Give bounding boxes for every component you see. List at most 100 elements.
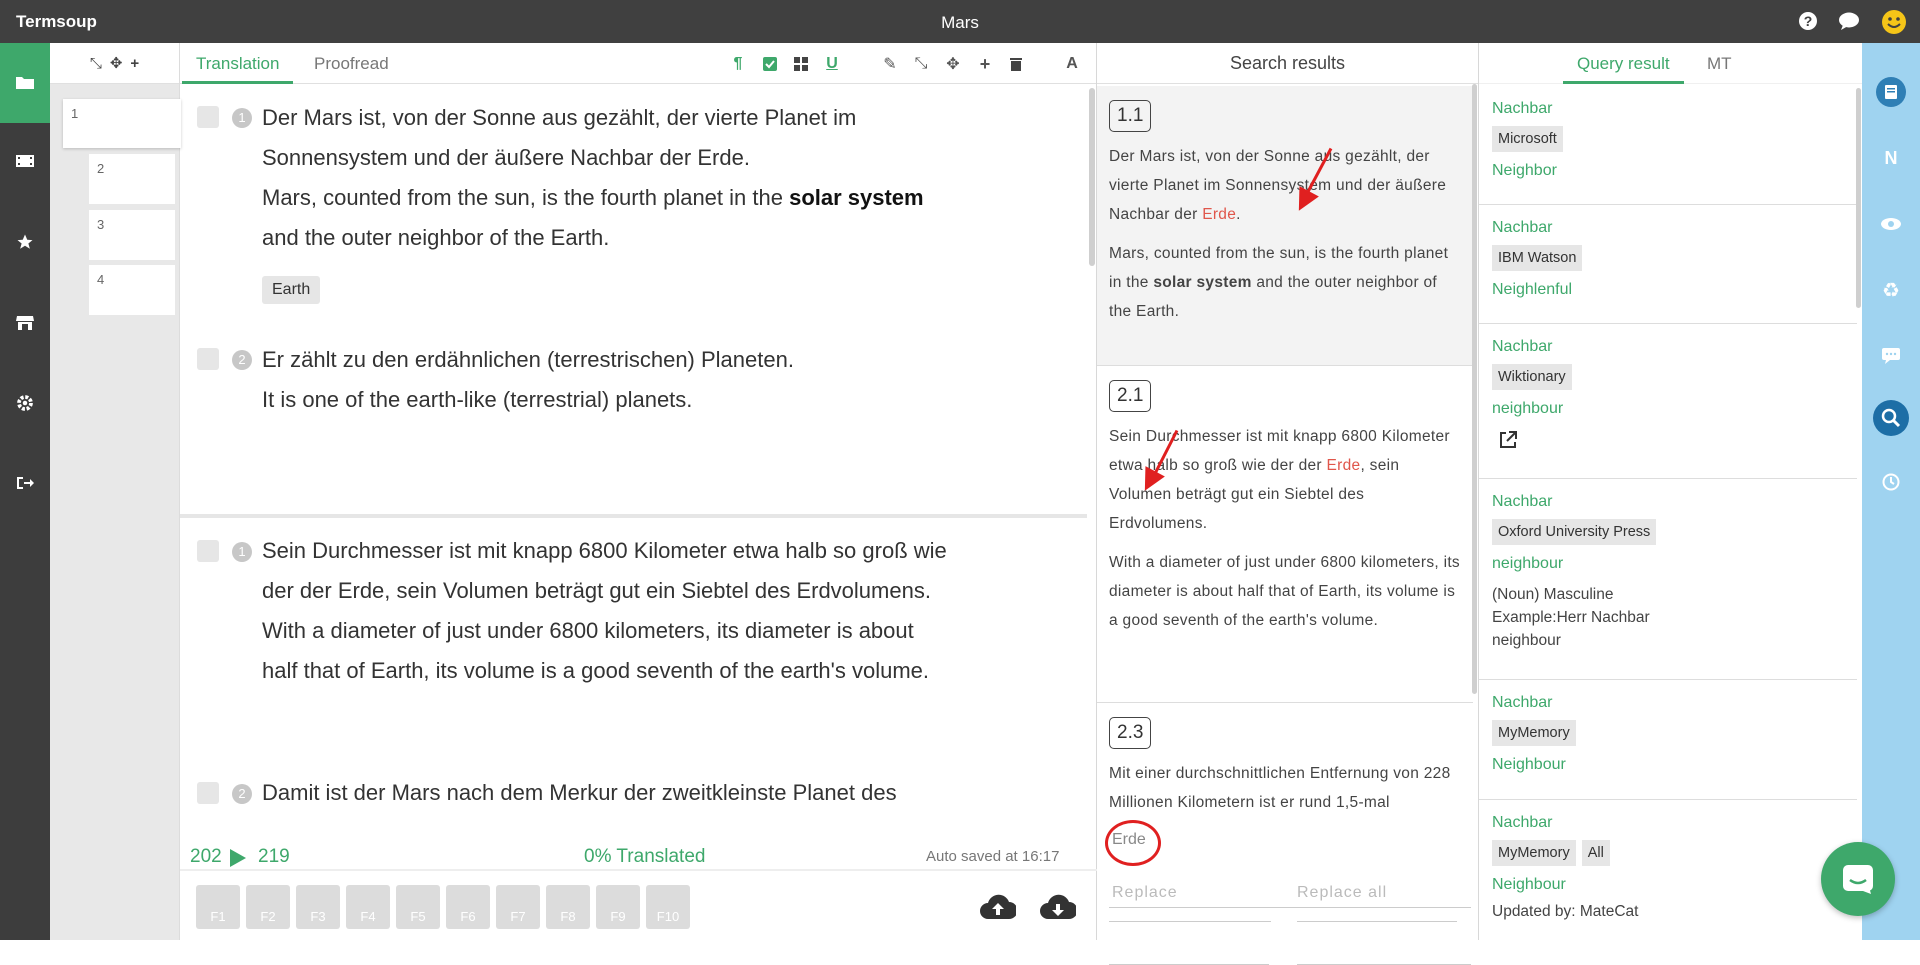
segment-box-3[interactable]: 3	[89, 210, 175, 260]
target-line: and the outer neighbor of the Earth.	[262, 225, 610, 250]
document-title: Mars	[941, 13, 979, 32]
recycle-icon[interactable]: ♻	[1876, 275, 1906, 305]
segment-checkbox[interactable]	[197, 348, 219, 370]
function-key-f8[interactable]: F8	[546, 885, 590, 929]
pilcrow-icon[interactable]: ¶	[728, 54, 748, 74]
replace-input[interactable]: Replace	[1112, 884, 1178, 902]
pencil-icon[interactable]: ✎	[880, 54, 900, 74]
source-text[interactable]: Der Mars ist, von der Sonne aus gezählt,…	[262, 98, 924, 258]
query-entry[interactable]: Nachbar MyMemory Neighbour	[1479, 680, 1857, 800]
replace-underline	[1109, 921, 1271, 922]
query-target-term[interactable]: Neighbour	[1492, 756, 1844, 774]
query-target-term[interactable]: Neighlenful	[1492, 281, 1844, 299]
result-text: Der Mars ist, von der Sonne aus gezählt,…	[1109, 148, 1447, 223]
move-icon[interactable]: ✥	[943, 54, 963, 74]
provider-badge: MyMemory	[1492, 840, 1576, 866]
compress-icon[interactable]: ⤡	[90, 55, 102, 72]
n-icon[interactable]: N	[1876, 143, 1906, 173]
function-key-f9[interactable]: F9	[596, 885, 640, 929]
search-result-card[interactable]: 2.3 Mit einer durchschnittlichen Entfern…	[1097, 703, 1473, 823]
function-key-f1[interactable]: F1	[196, 885, 240, 929]
folder-icon[interactable]	[0, 43, 50, 123]
function-key-f6[interactable]: F6	[446, 885, 490, 929]
font-icon[interactable]: A	[1062, 54, 1082, 74]
query-tabs: Query result MT	[1479, 43, 1862, 84]
segment-toolbar: ⤡ ✥ +	[50, 43, 179, 84]
download-cloud-icon[interactable]	[1040, 893, 1078, 926]
result-term: solar system	[1153, 274, 1252, 291]
upload-cloud-icon[interactable]	[980, 893, 1018, 926]
segment-box-1[interactable]: 1	[63, 99, 181, 148]
support-chat-button[interactable]	[1821, 842, 1895, 916]
segment-box-4[interactable]: 4	[89, 265, 175, 315]
tab-translation[interactable]: Translation	[182, 43, 294, 84]
store-icon[interactable]	[0, 305, 50, 341]
chat-icon[interactable]	[1838, 10, 1860, 32]
tab-query-result[interactable]: Query result	[1563, 43, 1684, 84]
add-icon[interactable]: +	[130, 55, 139, 72]
query-entry[interactable]: Nachbar Oxford University Press neighbou…	[1479, 479, 1857, 680]
segment-checkbox[interactable]	[197, 540, 219, 562]
tab-mt[interactable]: MT	[1693, 43, 1746, 84]
function-key-f5[interactable]: F5	[396, 885, 440, 929]
query-entry[interactable]: Nachbar Wiktionary neighbour	[1479, 324, 1857, 479]
tab-proofread[interactable]: Proofread	[300, 43, 403, 84]
query-entry[interactable]: Nachbar Microsoft Neighbor	[1479, 86, 1857, 205]
compress-icon[interactable]: ⤡	[911, 54, 931, 74]
gear-icon[interactable]	[0, 385, 50, 421]
term-chip[interactable]: Earth	[262, 276, 321, 304]
query-target-term[interactable]: neighbour	[1492, 555, 1844, 573]
result-source: Mit einer durchschnittlichen Entfernung …	[1109, 765, 1451, 811]
external-link-icon[interactable]	[1498, 430, 1844, 455]
underline-icon[interactable]: U	[822, 54, 842, 74]
segment-count-from: 202	[190, 846, 222, 867]
editor-scrollbar[interactable]	[1089, 88, 1095, 266]
query-target-term[interactable]: Neighbor	[1492, 162, 1844, 180]
source-text[interactable]: Er zählt zu den erdähnlichen (terrestris…	[262, 340, 794, 420]
segment-box-2[interactable]: 2	[89, 154, 175, 204]
avatar-smiley-icon[interactable]	[1881, 9, 1907, 35]
trash-icon[interactable]	[1006, 54, 1026, 74]
target-line: It is one of the earth-like (terrestrial…	[262, 387, 693, 412]
sign-out-icon[interactable]	[0, 465, 50, 501]
query-source-term: Nachbar	[1492, 338, 1553, 355]
film-icon[interactable]	[0, 143, 50, 179]
star-icon[interactable]	[0, 224, 50, 260]
query-panel: Query result MT Nachbar Microsoft Neighb…	[1479, 43, 1862, 940]
function-key-f10[interactable]: F10	[646, 885, 690, 929]
plus-icon[interactable]: +	[975, 54, 995, 74]
search-icon[interactable]	[1873, 400, 1909, 436]
query-scrollbar[interactable]	[1856, 88, 1861, 308]
query-entry[interactable]: Nachbar MyMemory All Neighbour Updated by…	[1479, 800, 1857, 940]
check-square-icon[interactable]	[760, 54, 780, 74]
query-target-term[interactable]: neighbour	[1492, 400, 1844, 418]
function-key-f2[interactable]: F2	[246, 885, 290, 929]
updated-by: Updated by: MateCat	[1492, 903, 1639, 920]
history-icon[interactable]	[1876, 467, 1906, 497]
segment-checkbox[interactable]	[197, 106, 219, 128]
search-field-underline	[1109, 907, 1471, 908]
function-key-f4[interactable]: F4	[346, 885, 390, 929]
replace-all-input[interactable]: Replace all	[1297, 884, 1387, 902]
query-entry[interactable]: Nachbar IBM Watson Neighlenful	[1479, 205, 1857, 324]
book-icon[interactable]	[1876, 77, 1906, 107]
eye-icon[interactable]	[1876, 209, 1906, 239]
move-icon[interactable]: ✥	[110, 54, 123, 72]
editor-tabs: Translation Proofread ¶ U ✎ ⤡ ✥ + A	[180, 43, 1096, 84]
source-text[interactable]: Damit ist der Mars nach dem Merkur der z…	[262, 773, 897, 813]
function-key-f3[interactable]: F3	[296, 885, 340, 929]
search-hit: Erde	[1326, 457, 1361, 474]
segment-checkbox[interactable]	[197, 782, 219, 804]
query-target-term[interactable]: Neighbour	[1492, 876, 1844, 894]
function-key-f7[interactable]: F7	[496, 885, 540, 929]
comment-icon[interactable]	[1876, 341, 1906, 371]
grid-icon[interactable]	[791, 54, 811, 74]
search-scrollbar[interactable]	[1472, 84, 1477, 694]
help-icon[interactable]: ?	[1797, 10, 1819, 32]
target-line: Mars, counted from the sun, is the fourt…	[262, 178, 924, 218]
source-text[interactable]: Sein Durchmesser ist mit knapp 6800 Kilo…	[262, 531, 947, 691]
search-result-card[interactable]: 1.1 Der Mars ist, von der Sonne aus gezä…	[1097, 86, 1473, 366]
autosave-status: Auto saved at 16:17	[926, 848, 1060, 865]
search-result-card[interactable]: 2.1 Sein Durchmesser ist mit knapp 6800 …	[1097, 366, 1473, 703]
source-line: Sein Durchmesser ist mit knapp 6800 Kilo…	[262, 538, 947, 563]
